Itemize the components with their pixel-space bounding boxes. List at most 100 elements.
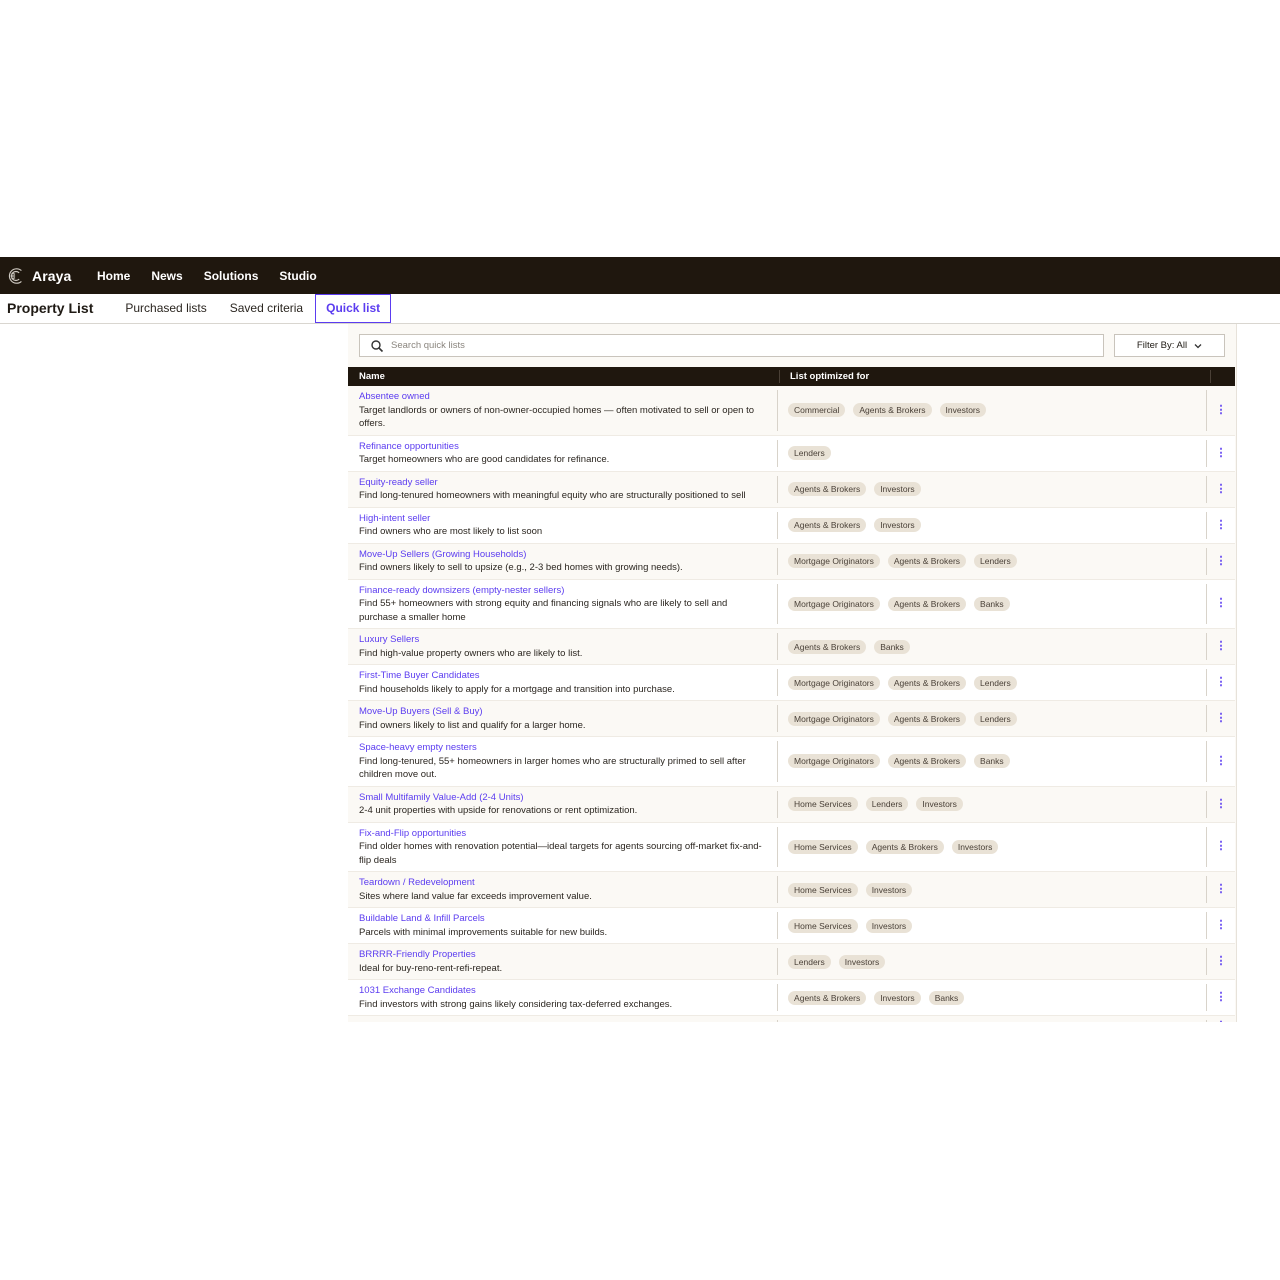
audience-tag: Investors: [939, 403, 987, 418]
optimized-for-cell: Commercial Agents & Brokers Investors: [778, 390, 1208, 431]
table-row[interactable]: First-Time Buyer Candidates Find househol…: [348, 665, 1235, 701]
list-title-link[interactable]: First-Time Buyer Candidates: [359, 669, 766, 683]
table-row[interactable]: Luxury Sellers Find high-value property o…: [348, 629, 1235, 665]
nav-news[interactable]: News: [151, 269, 182, 283]
audience-tag: Agents & Brokers: [788, 990, 867, 1005]
kebab-menu-icon[interactable]: ⋮: [1216, 641, 1227, 652]
row-actions: ⋮: [1207, 823, 1235, 872]
table-row[interactable]: Equity-ready seller Find long-tenured hom…: [348, 471, 1235, 508]
kebab-menu-icon[interactable]: ⋮: [1216, 713, 1227, 724]
list-title-link[interactable]: Space-heavy empty nesters: [359, 741, 766, 755]
audience-tag: Mortgage Originators: [788, 675, 880, 690]
tab-purchased-lists[interactable]: Purchased lists: [114, 294, 217, 323]
name-cell: High-intent seller Find owners who are mo…: [348, 511, 779, 539]
table-row[interactable]: Finance-ready downsizers (empty-nester s…: [348, 579, 1235, 629]
kebab-menu-icon[interactable]: ⋮: [1216, 884, 1227, 895]
audience-tag: Investors: [865, 918, 913, 933]
optimized-for-cell: Agents & Brokers Banks: [778, 633, 1208, 660]
kebab-menu-icon[interactable]: ⋮: [1216, 598, 1227, 609]
kebab-menu-icon[interactable]: ⋮: [1216, 519, 1227, 531]
kebab-menu-icon[interactable]: ⋮: [1216, 956, 1227, 967]
table-row[interactable]: Move-Up Sellers (Growing Households) Find…: [348, 543, 1235, 580]
table-row[interactable]: Teardown / Redevelopment Sites where land…: [348, 872, 1235, 908]
list-description: Find long-tenured, 55+ homeowners in lar…: [359, 755, 746, 781]
audience-tag: Agents & Brokers: [788, 482, 867, 496]
column-header-name[interactable]: Name: [348, 370, 780, 383]
audience-tag: Lenders: [974, 711, 1017, 726]
kebab-menu-icon[interactable]: ⋮: [1216, 404, 1227, 416]
tab-quick-list[interactable]: Quick list: [315, 294, 392, 323]
table-body: Absentee owned Target landlords or owners…: [348, 386, 1235, 1022]
list-title-link[interactable]: 1031 Exchange Candidates: [359, 984, 766, 998]
list-description: Target homeowners who are good candidate…: [359, 454, 610, 465]
table-row[interactable]: Space-heavy empty nesters Find long-tenur…: [348, 737, 1235, 787]
filter-label: Filter By: All: [1136, 340, 1188, 351]
optimized-for-cell: [778, 1020, 1208, 1022]
list-title-link[interactable]: Finance-ready downsizers (empty-nester s…: [359, 584, 766, 598]
audience-tag: Home Services: [788, 918, 858, 933]
table-row[interactable]: High-intent seller Find owners who are mo…: [348, 507, 1235, 544]
tab-saved-criteria[interactable]: Saved criteria: [219, 294, 314, 323]
kebab-menu-icon[interactable]: ⋮: [1216, 798, 1227, 810]
brand-name: Araya: [32, 267, 72, 284]
nav-solutions[interactable]: Solutions: [204, 269, 259, 283]
table-row[interactable]: Absentee owned Target landlords or owners…: [348, 386, 1235, 436]
table-row[interactable]: Refinance opportunities Target homeowners…: [348, 435, 1235, 472]
list-title-link[interactable]: Small Multifamily Value-Add (2-4 Units): [359, 791, 766, 805]
audience-tag: Agents & Brokers: [887, 754, 967, 769]
audience-tag: Investors: [951, 839, 999, 854]
table-row[interactable]: BRRRR-Friendly Properties Ideal for buy-r…: [348, 944, 1235, 980]
list-title-link[interactable]: Buildable Land & Infill Parcels: [359, 912, 766, 926]
list-title-link[interactable]: Pre-Foreclosure - Sell Before Auction: [359, 1020, 766, 1022]
row-actions: ⋮: [1207, 580, 1235, 629]
list-title-link[interactable]: Refinance opportunities: [359, 440, 766, 454]
audience-tag: Investors: [874, 482, 921, 496]
kebab-menu-icon[interactable]: ⋮: [1216, 841, 1227, 852]
table-row[interactable]: Pre-Foreclosure - Sell Before Auction ⋮: [348, 1016, 1235, 1022]
kebab-menu-icon[interactable]: ⋮: [1216, 755, 1227, 767]
table-row[interactable]: Small Multifamily Value-Add (2-4 Units) 2…: [348, 786, 1235, 823]
name-cell: First-Time Buyer Candidates Find househol…: [348, 669, 779, 696]
name-cell: Fix-and-Flip opportunities Find older hom…: [348, 826, 779, 867]
optimized-for-cell: Home Services Investors: [778, 876, 1208, 903]
optimized-for-cell: Agents & Brokers Investors: [778, 475, 1208, 503]
filter-dropdown[interactable]: Filter By: All: [1114, 334, 1225, 357]
list-title-link[interactable]: Equity-ready seller: [359, 476, 766, 490]
table-row[interactable]: 1031 Exchange Candidates Find investors w…: [348, 980, 1235, 1016]
list-title-link[interactable]: Teardown / Redevelopment: [359, 876, 766, 890]
list-description: Find long-tenured homeowners with meanin…: [359, 490, 746, 501]
kebab-menu-icon[interactable]: ⋮: [1216, 677, 1227, 688]
list-title-link[interactable]: Luxury Sellers: [359, 633, 766, 647]
kebab-menu-icon[interactable]: ⋮: [1216, 992, 1227, 1003]
table-row[interactable]: Move-Up Buyers (Sell & Buy) Find owners l…: [348, 701, 1235, 737]
audience-tag: Banks: [974, 596, 1010, 611]
audience-tag: Home Services: [788, 797, 858, 811]
search-input[interactable]: [389, 339, 1103, 352]
search-box: [359, 334, 1104, 357]
brand-logo[interactable]: Araya: [7, 267, 97, 285]
list-title-link[interactable]: Move-Up Sellers (Growing Households): [359, 548, 766, 562]
audience-tag: Agents & Brokers: [865, 839, 944, 854]
audience-tag: Mortgage Originators: [788, 711, 880, 726]
kebab-menu-icon[interactable]: ⋮: [1216, 920, 1227, 931]
table-row[interactable]: Fix-and-Flip opportunities Find older hom…: [348, 822, 1235, 872]
list-title-link[interactable]: Fix-and-Flip opportunities: [359, 827, 766, 841]
list-title-link[interactable]: BRRRR-Friendly Properties: [359, 948, 766, 962]
kebab-menu-icon[interactable]: ⋮: [1216, 1021, 1227, 1022]
list-title-link[interactable]: Move-Up Buyers (Sell & Buy): [359, 705, 766, 719]
nav-home[interactable]: Home: [97, 269, 130, 283]
row-actions: ⋮: [1207, 737, 1235, 786]
kebab-menu-icon[interactable]: ⋮: [1216, 447, 1227, 459]
table-row[interactable]: Buildable Land & Infill Parcels Parcels w…: [348, 908, 1235, 944]
name-cell: Teardown / Redevelopment Sites where land…: [348, 876, 779, 903]
nav-studio[interactable]: Studio: [279, 269, 316, 283]
column-header-optimized-for: List optimized for: [780, 370, 1211, 383]
list-description: Find older homes with renovation potenti…: [359, 841, 762, 866]
row-actions: ⋮: [1207, 872, 1235, 907]
list-title-link[interactable]: High-intent seller: [359, 512, 766, 526]
kebab-menu-icon[interactable]: ⋮: [1216, 483, 1227, 495]
list-title-link[interactable]: Absentee owned: [359, 390, 766, 404]
audience-tag: Lenders: [865, 797, 909, 811]
kebab-menu-icon[interactable]: ⋮: [1216, 555, 1227, 567]
row-actions: ⋮: [1207, 908, 1235, 943]
